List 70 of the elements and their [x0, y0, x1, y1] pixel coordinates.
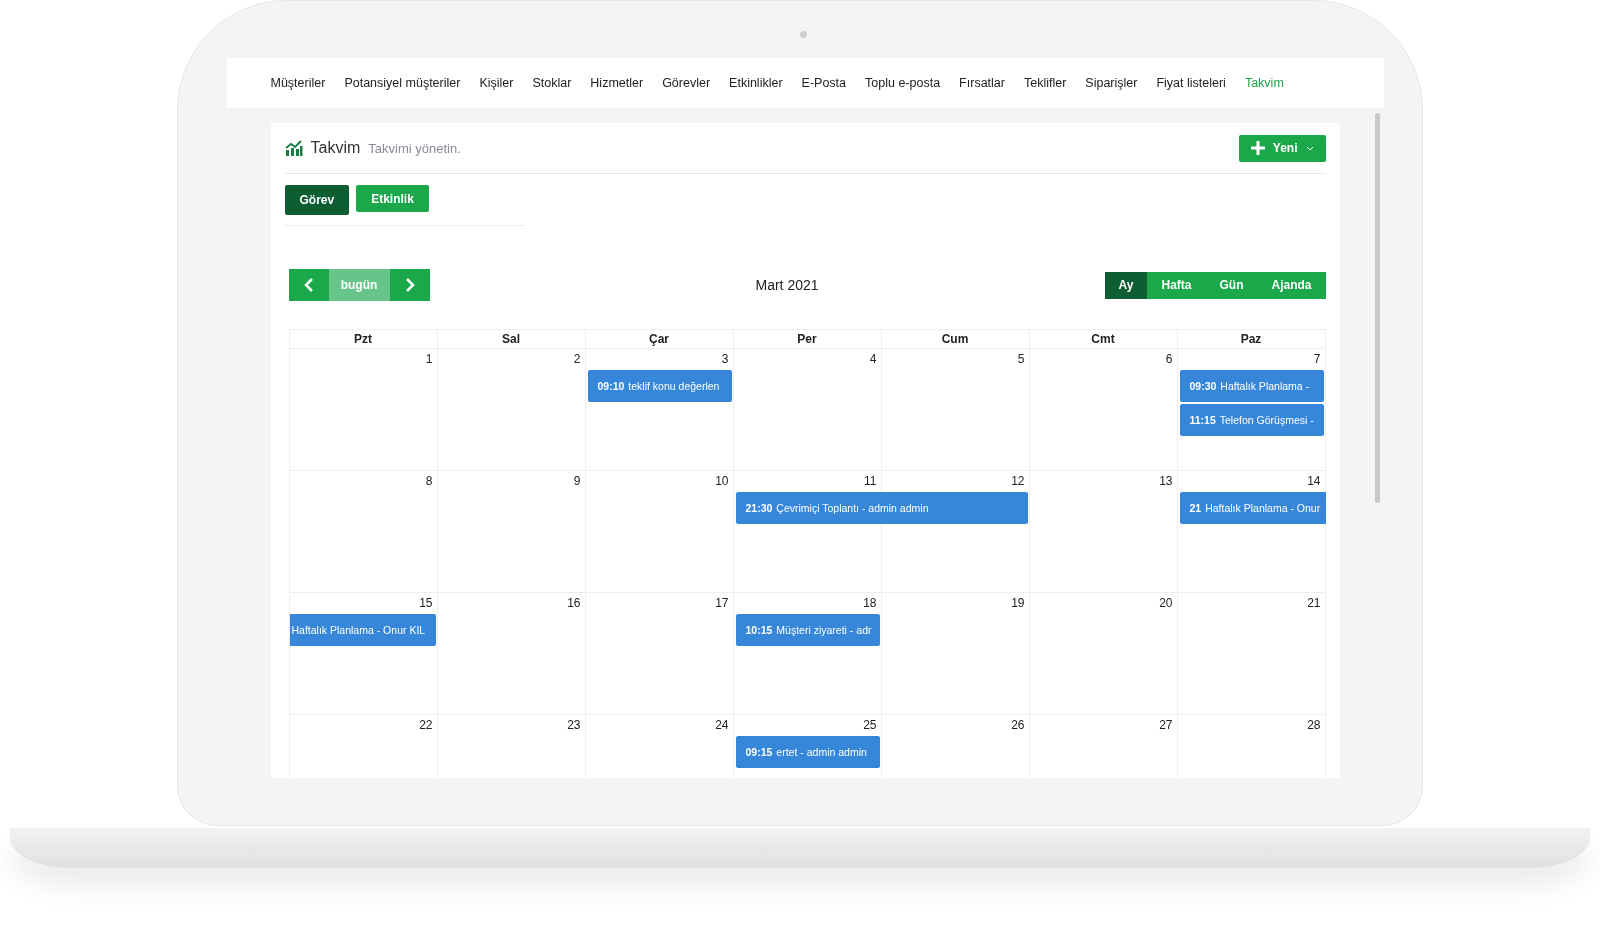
day-number: 12 — [1010, 473, 1026, 490]
prev-button[interactable] — [288, 269, 329, 301]
day-number: 15 — [418, 595, 434, 612]
day-number: 26 — [1010, 717, 1026, 734]
day-number: 23 — [566, 717, 582, 734]
nav-link[interactable]: Toplu e-posta — [865, 76, 941, 90]
day-number: 7 — [1312, 351, 1322, 368]
day-number: 9 — [572, 473, 582, 490]
nav-link[interactable]: Müşteriler — [270, 76, 326, 90]
weekday-header: Pzt — [289, 329, 438, 348]
nav-link[interactable]: Etkinlikler — [729, 76, 783, 90]
month-title: Mart 2021 — [754, 277, 820, 293]
day-number: 21 — [1306, 595, 1322, 612]
day-number: 6 — [1164, 351, 1174, 368]
nav-link[interactable]: Görevler — [662, 76, 711, 90]
nav-link[interactable]: Fırsatlar — [959, 76, 1005, 90]
filter-button[interactable]: Görev — [284, 185, 350, 215]
day-number: 5 — [1016, 351, 1026, 368]
weekday-header: Per — [733, 329, 882, 348]
plus-icon — [1250, 141, 1265, 155]
day-number: 25 — [862, 717, 878, 734]
day-number: 27 — [1158, 717, 1174, 734]
page-subtitle: Takvimi yönetin. — [368, 140, 461, 156]
day-number: 24 — [714, 717, 730, 734]
chart-icon — [284, 140, 303, 156]
page-title: Takvim — [310, 139, 361, 157]
nav-link[interactable]: Hizmetler — [590, 76, 644, 90]
calendar-event[interactable]: 09:15 ertet - admin admin — [735, 736, 880, 768]
chevron-left-icon — [303, 278, 314, 292]
caret-icon — [1305, 145, 1314, 151]
nav-link[interactable]: Stoklar — [532, 76, 572, 90]
day-number: 4 — [868, 351, 878, 368]
calendar-event[interactable]: 09:30 Haftalık Planlama - — [1179, 370, 1324, 402]
day-number: 28 — [1306, 717, 1322, 734]
day-number: 19 — [1010, 595, 1026, 612]
day-number: 10 — [714, 473, 730, 490]
day-number: 3 — [720, 351, 730, 368]
day-number: 17 — [714, 595, 730, 612]
weekday-header: Cum — [881, 329, 1030, 348]
nav-link[interactable]: Kişiler — [479, 76, 514, 90]
day-number: 14 — [1306, 473, 1322, 490]
nav-link[interactable]: Potansiyel müşteriler — [344, 76, 461, 90]
calendar-event[interactable]: Haftalık Planlama - Onur KIL — [289, 614, 436, 646]
day-number: 8 — [424, 473, 434, 490]
weekday-header: Paz — [1177, 329, 1326, 348]
calendar-event[interactable]: 10:15 Müşteri ziyareti - adr — [735, 614, 880, 646]
day-number: 2 — [572, 351, 582, 368]
day-number: 20 — [1158, 595, 1174, 612]
nav-link[interactable]: Siparişler — [1085, 76, 1138, 90]
day-number: 16 — [566, 595, 582, 612]
next-button[interactable] — [389, 269, 430, 301]
nav-link[interactable]: E-Posta — [801, 76, 847, 90]
day-number: 18 — [862, 595, 878, 612]
day-number: 1 — [424, 351, 434, 368]
nav-link[interactable]: Fiyat listeleri — [1156, 76, 1226, 90]
day-number: 11 — [863, 473, 878, 490]
calendar-event[interactable]: 09:10 teklif konu değerlen — [587, 370, 732, 402]
weekday-header: Sal — [437, 329, 586, 348]
calendar-event[interactable]: 21:30 Çevrimiçi Toplantı - admin admin — [735, 492, 1028, 524]
day-number: 22 — [418, 717, 434, 734]
nav-link[interactable]: Teklifler — [1023, 76, 1067, 90]
view-button[interactable]: Ay — [1104, 271, 1148, 299]
weekday-header: Cmt — [1029, 329, 1178, 348]
scrollbar[interactable] — [1374, 113, 1380, 503]
calendar-event[interactable]: 11:15 Telefon Görüşmesi - — [1179, 404, 1324, 436]
day-number: 13 — [1158, 473, 1174, 490]
camera-dot — [800, 31, 807, 38]
weekday-header: Çar — [585, 329, 734, 348]
calendar-event[interactable]: 21 Haftalık Planlama - Onur — [1179, 492, 1326, 524]
chevron-right-icon — [404, 278, 415, 292]
